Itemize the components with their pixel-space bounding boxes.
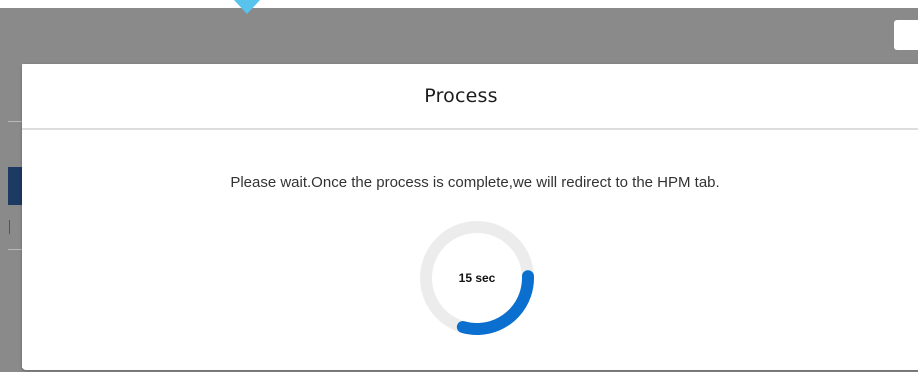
background-nav-bar bbox=[8, 167, 22, 205]
background-sidebar-overlay bbox=[0, 64, 22, 372]
background-header-overlay bbox=[0, 8, 918, 64]
page-stage: Process Please wait.Once the process is … bbox=[0, 0, 918, 372]
background-text-cursor bbox=[9, 220, 10, 234]
process-modal: Process Please wait.Once the process is … bbox=[22, 64, 918, 370]
background-header-button bbox=[894, 20, 918, 50]
modal-message: Please wait.Once the process is complete… bbox=[230, 174, 720, 191]
background-divider bbox=[8, 121, 22, 122]
modal-title: Process bbox=[424, 85, 498, 107]
countdown-timer: 15 sec bbox=[419, 220, 535, 336]
tab-pointer-icon bbox=[234, 0, 260, 14]
modal-header: Process bbox=[22, 64, 918, 130]
background-divider bbox=[8, 249, 22, 250]
countdown-label: 15 sec bbox=[458, 271, 496, 285]
background-top-strip bbox=[0, 0, 918, 8]
